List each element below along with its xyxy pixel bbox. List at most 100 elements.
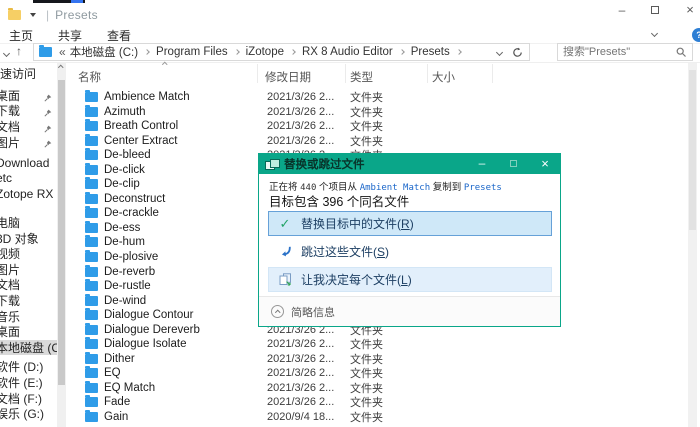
breadcrumb-segment[interactable]: iZotope [246,46,284,58]
column-header-name[interactable]: 名称 [78,69,101,85]
sidebar-item-drive-e[interactable]: 软件 (E:) [0,375,57,391]
file-row[interactable]: Fade2021/3/26 2...文件夹 [72,394,686,409]
sidebar-item-label: 下载 [0,102,20,119]
access-key: R [401,217,410,231]
breadcrumb-chevron-icon[interactable] [399,49,405,55]
sidebar-item-music[interactable]: 音乐 [0,308,57,324]
menu-tab-2[interactable]: 查看 [107,27,131,44]
quick-access-toolbar-caret-icon[interactable] [30,13,36,17]
minimize-button[interactable]: – [612,3,632,19]
sidebar-item-label: 文档 [0,118,20,135]
dialog-close-button[interactable]: × [537,156,553,172]
sidebar-item-drive-f[interactable]: 文档 (F:) [0,390,57,406]
dialog-minimize-button[interactable]: – [474,156,490,172]
breadcrumb-chevron-icon[interactable] [290,49,296,55]
sidebar-item-label: 音乐 [0,308,20,325]
search-box[interactable] [557,43,693,61]
sidebar-item-desktop-pinned[interactable]: 桌面 [0,88,57,104]
help-icon[interactable]: ? [692,28,700,42]
sidebar-item-pictures[interactable]: 图片 [0,262,57,278]
sidebar-item-videos[interactable]: 视频 [0,246,57,262]
file-row[interactable]: EQ Match2021/3/26 2...文件夹 [72,380,686,395]
sidebar-item-pictures-pinned[interactable]: 图片 [0,134,57,150]
scroll-up-icon[interactable] [58,65,63,70]
column-separator[interactable] [427,64,428,83]
sidebar-item-documents-pinned[interactable]: 文档 [0,119,57,135]
title-separator: | [46,8,49,22]
sidebar-item-download-folder[interactable]: Download [0,155,57,171]
sidebar-item-3d-objects[interactable]: 3D 对象 [0,230,57,246]
sidebar-item-drive-d[interactable]: 软件 (D:) [0,359,57,375]
sidebar-scrollbar-thumb[interactable] [58,80,65,385]
folder-icon [85,354,98,364]
folder-icon [85,208,98,218]
breadcrumb-segment[interactable]: Presets [411,46,450,58]
sidebar-item-drive-g[interactable]: 娱乐 (G:) [0,406,57,422]
navigation-pane: 速访问桌面下载文档图片DownloadetcZotope RX电脑3D 对象视频… [0,66,57,427]
copy-text-part: 复制到 [430,182,464,193]
dialog-title: 替换或跳过文件 [284,156,365,172]
sidebar-item-this-pc[interactable]: 电脑 [0,215,57,231]
column-separator[interactable] [345,64,346,83]
dialog-option-replace[interactable]: ✓替换目标中的文件(R) [268,211,552,236]
folder-icon [85,194,98,204]
file-date: 2021/3/26 2... [267,135,344,147]
column-separator[interactable] [492,64,493,83]
ribbon-tabs: 主页 共享 查看 ? [0,27,700,43]
file-name: De-reverb [104,266,261,278]
divider [0,62,700,63]
sidebar-item-documents[interactable]: 文档 [0,277,57,293]
column-separator[interactable] [257,64,258,83]
up-arrow-icon[interactable]: ↑ [16,44,22,58]
breadcrumb-overflow[interactable]: « [59,45,66,59]
folder-icon [85,179,98,189]
access-key: S [377,245,385,259]
close-button[interactable]: × [680,3,700,19]
search-input[interactable] [563,46,676,58]
file-row[interactable]: Breath Control2021/3/26 2...文件夹 [72,118,686,133]
file-date: 2021/3/26 2... [267,396,344,408]
collapse-details-icon[interactable] [271,305,284,318]
dialog-option-label: 替换目标中的文件 [301,215,397,232]
sidebar-item-downloads[interactable]: 下载 [0,293,57,309]
dialog-option-skip[interactable]: 跳过这些文件(S) [268,239,552,264]
fewer-details-label[interactable]: 简略信息 [291,304,335,320]
file-row[interactable]: Center Extract2021/3/26 2...文件夹 [72,133,686,148]
column-header-date-modified[interactable]: 修改日期 [265,69,311,85]
breadcrumb-chevron-icon[interactable] [144,49,150,55]
file-name: Fade [104,396,261,408]
column-header-size[interactable]: 大小 [432,69,455,85]
column-header-type[interactable]: 类型 [350,69,373,85]
sidebar-item-etc-folder[interactable]: etc [0,171,57,187]
file-row[interactable]: EQ2021/3/26 2...文件夹 [72,365,686,380]
file-date: 2020/9/4 18... [267,411,344,423]
breadcrumb-chevron-icon[interactable] [234,49,240,55]
menu-tab-0[interactable]: 主页 [9,27,33,44]
sidebar-item-downloads-pinned[interactable]: 下载 [0,103,57,119]
recent-locations-icon[interactable] [3,50,10,57]
file-row[interactable]: Gain2020/9/4 18...文件夹 [72,409,686,424]
file-row[interactable]: Dither2021/3/26 2...文件夹 [72,351,686,366]
breadcrumb-segment[interactable]: RX 8 Audio Editor [302,46,393,58]
menu-tab-1[interactable]: 共享 [58,27,82,44]
sidebar-item-label: etc [0,171,12,185]
sidebar-item-izotope-rx-folder[interactable]: Zotope RX [0,186,57,202]
sort-ascending-icon [162,62,167,67]
breadcrumb-chevron-icon[interactable] [456,49,462,55]
dialog-title-bar[interactable]: 替换或跳过文件 – × [259,154,560,174]
file-row[interactable]: Ambience Match2021/3/26 2...文件夹 [72,89,686,104]
address-bar[interactable]: « 本地磁盘 (C:) Program Files iZotope RX 8 Audi… [33,43,530,61]
destination-folder-link[interactable]: Presets [464,183,502,193]
maximize-button[interactable] [645,3,665,19]
breadcrumb-segment[interactable]: Program Files [156,46,228,58]
address-dropdown-icon[interactable] [496,48,503,55]
refresh-icon[interactable] [512,47,523,58]
dialog-option-decide[interactable]: 让我决定每个文件(L) [268,267,552,292]
file-list-scrollbar-thumb[interactable] [689,70,696,230]
breadcrumb-segment[interactable]: 本地磁盘 (C:) [70,44,138,60]
file-row[interactable]: Azimuth2021/3/26 2...文件夹 [72,104,686,119]
file-row[interactable]: Dialogue Isolate2021/3/26 2...文件夹 [72,336,686,351]
sidebar-item-quick-access[interactable]: 速访问 [0,66,57,82]
sidebar-item-local-disk-c[interactable]: 本地磁盘 (C: [0,340,57,356]
sidebar-item-desktop[interactable]: 桌面 [0,324,57,340]
